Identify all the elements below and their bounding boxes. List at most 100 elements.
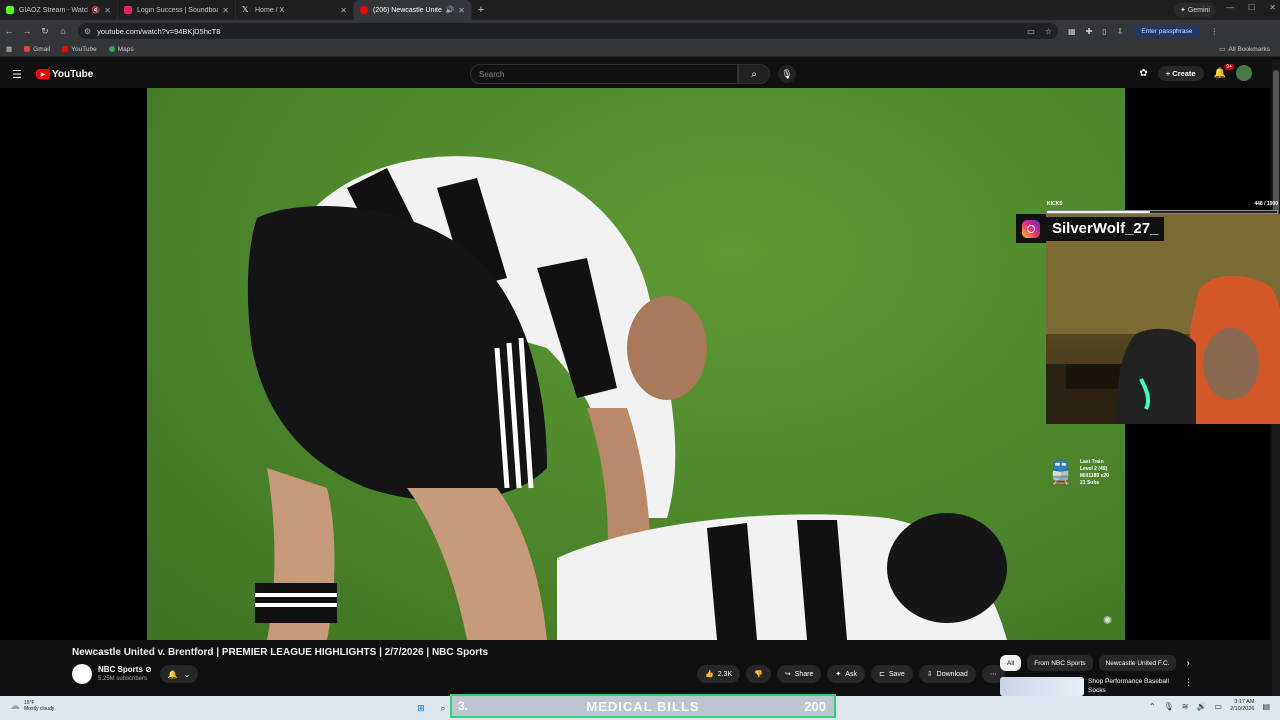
notifications-button[interactable]: 🔔 9+ (1214, 63, 1234, 79)
thumbs-down-icon: 👎 (754, 671, 763, 678)
weather-widget[interactable]: ☁ 15°F Mostly cloudy (10, 700, 54, 712)
window-controls: — ☐ ✕ (1226, 3, 1276, 12)
subscription-bell-button[interactable]: 🔔 ⌄ (160, 665, 198, 683)
wifi-icon[interactable]: ≋ (1182, 702, 1189, 711)
cast-icon[interactable]: ▭ (1027, 27, 1035, 36)
search-input[interactable]: Search (470, 64, 738, 84)
mute-icon[interactable]: 🔇 (92, 6, 101, 14)
close-window-icon[interactable]: ✕ (1269, 3, 1276, 12)
forward-icon[interactable]: → (18, 26, 36, 36)
chip-from-nbc-sports[interactable]: From NBC Sports (1027, 655, 1093, 671)
notification-center-icon[interactable]: ▤ (1262, 702, 1270, 711)
tab-giaoz-stream[interactable]: GIAOZ Stream - Watch Livi 🔇 ✕ (0, 0, 118, 20)
share-button[interactable]: ↪ Share (776, 665, 822, 683)
maximize-icon[interactable]: ☐ (1248, 3, 1255, 12)
tab-youtube-video[interactable]: (206) Newcastle United v. Br 🔊 ✕ (354, 0, 472, 20)
clock[interactable]: 3:17 AM 2/10/2026 (1230, 699, 1254, 713)
tab-title: Home / X (255, 6, 285, 14)
soundboard-favicon-icon (124, 6, 132, 14)
kick-favicon-icon (6, 6, 14, 14)
tab-title: (206) Newcastle United v. Br (373, 6, 442, 14)
new-tab-button[interactable]: + (472, 4, 490, 16)
volume-icon[interactable]: 🔊 (1196, 702, 1206, 711)
hamburger-menu-icon[interactable]: ☰ (12, 68, 24, 81)
site-info-icon[interactable]: ⚙ (84, 27, 91, 36)
notification-badge: 9+ (1224, 63, 1234, 70)
microphone-icon[interactable]: 🎙 (1164, 702, 1174, 711)
more-vertical-icon[interactable]: ⋮ (1184, 677, 1193, 696)
battery-icon[interactable]: ▭ (1214, 702, 1222, 711)
kicks-progress-fill (1047, 211, 1151, 213)
channel-avatar[interactable] (72, 664, 92, 684)
bookmark-label: Gmail (33, 45, 51, 53)
dislike-button[interactable]: 👎 (746, 665, 771, 683)
gemini-button[interactable]: ✦ Gemini (1174, 3, 1216, 17)
enter-passphrase-button[interactable]: Enter passphrase (1133, 25, 1201, 37)
train-line: 21 Subs (1080, 480, 1100, 486)
back-icon[interactable]: ← (0, 26, 18, 36)
downloads-icon[interactable]: ⇩ (1117, 27, 1124, 36)
extension-icon[interactable]: ▦ (1068, 27, 1076, 36)
bookmark-star-icon[interactable]: ☆ (1045, 27, 1052, 36)
create-label: Create (1172, 68, 1196, 78)
chip-newcastle-united[interactable]: Newcastle United F.C. (1098, 655, 1177, 671)
puzzle-icon[interactable]: ✚ (1086, 27, 1093, 36)
create-button[interactable]: + Create (1157, 65, 1204, 81)
tab-soundboard[interactable]: Login Success | Soundboard Br ✕ (118, 0, 236, 20)
search-button[interactable]: ⌕ (738, 64, 770, 84)
menu-kebab-icon[interactable]: ⋮ (1210, 27, 1218, 36)
split-view-icon[interactable]: ▯ (1102, 27, 1106, 36)
instagram-username: SilverWolf_27_ (1046, 216, 1165, 241)
video-frame[interactable]: ✺ (147, 88, 1125, 640)
close-tab-icon[interactable]: ✕ (458, 6, 465, 15)
search-icon: ⌕ (751, 68, 757, 80)
banner-rank: 3. (458, 699, 469, 713)
url-bar[interactable]: ⚙ youtube.com/watch?v=94BKjD5hcT8 ▭ ☆ (78, 23, 1058, 39)
bookmark-gmail[interactable]: Gmail (24, 46, 50, 53)
minimize-icon[interactable]: — (1226, 3, 1234, 12)
close-tab-icon[interactable]: ✕ (222, 6, 229, 15)
channel-name[interactable]: NBC Sports ⊘ (98, 665, 152, 674)
close-tab-icon[interactable]: ✕ (340, 6, 347, 15)
instagram-icon (1016, 214, 1046, 243)
like-count: 2.3K (717, 670, 733, 678)
studio-icon[interactable]: ✿ (1139, 68, 1147, 79)
ask-label: Ask (845, 670, 857, 678)
recommended-title[interactable]: Shop Performance Baseball Socks (1088, 677, 1180, 696)
bookmark-maps[interactable]: Maps (108, 46, 134, 53)
save-button[interactable]: ⊏ Save (870, 665, 913, 683)
speaker-icon[interactable]: 🔊 (446, 6, 455, 14)
like-button[interactable]: 👍 2.3K (697, 665, 741, 683)
youtube-logo[interactable]: ▶ YouTube (36, 69, 93, 80)
tab-x-home[interactable]: 𝕏 Home / X ✕ (236, 0, 354, 20)
close-tab-icon[interactable]: ✕ (104, 6, 111, 15)
chip-all[interactable]: All (1000, 655, 1022, 671)
download-icon: ⇩ (926, 671, 933, 678)
voice-search-button[interactable]: 🎙 (778, 65, 796, 83)
apps-grid-icon[interactable]: ▦ (6, 45, 12, 53)
reload-icon[interactable]: ↻ (36, 26, 54, 37)
recommended-thumbnail[interactable] (1000, 677, 1084, 696)
recommended-item[interactable]: Shop Performance Baseball Socks ⋮ (1000, 677, 1193, 696)
thumbs-up-icon: 👍 (705, 671, 714, 678)
chevron-down-icon: ⌄ (183, 669, 191, 679)
address-toolbar: ← → ↻ ⌂ ⚙ youtube.com/watch?v=94BKjD5hcT… (0, 20, 1280, 42)
chevron-up-icon[interactable]: ⌃ (1149, 702, 1156, 711)
save-label: Save (888, 670, 905, 678)
windows-start-icon[interactable]: ⊞ (412, 699, 430, 717)
bell-icon: 🔔 (167, 669, 178, 679)
kicks-goal-bar: KICKS 448 / 1000 (1046, 201, 1278, 215)
url-text: youtube.com/watch?v=94BKjD5hcT8 (97, 26, 221, 36)
share-label: Share (794, 670, 814, 678)
clock-time: 3:17 AM (1234, 699, 1255, 705)
chevron-right-icon[interactable]: › (1186, 658, 1189, 669)
home-icon[interactable]: ⌂ (54, 26, 72, 36)
account-avatar[interactable] (1236, 65, 1252, 81)
all-bookmarks-button[interactable]: ▭ All Bookmarks (1219, 45, 1270, 54)
more-horizontal-icon: ⋯ (989, 671, 997, 678)
x-favicon-icon: 𝕏 (242, 5, 249, 14)
download-button[interactable]: ⇩ Download (918, 665, 976, 683)
bookmark-youtube[interactable]: YouTube (62, 46, 97, 53)
bookmarks-bar: ▦ Gmail YouTube Maps ▭ All Bookmarks (0, 42, 1280, 57)
ask-button[interactable]: ✦ Ask (827, 665, 865, 683)
